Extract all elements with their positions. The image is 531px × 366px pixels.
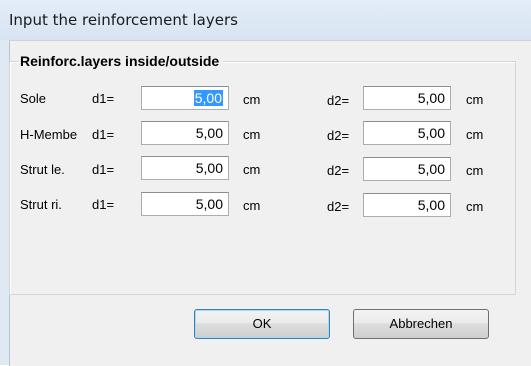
d2-unit: cm [466,127,484,142]
dialog-window: Input the reinforcement layers Reinforc.… [0,0,531,366]
row-label-sole: Sole [20,91,47,106]
h-member-d1-input[interactable]: 5,00 [141,121,229,145]
d1-unit: cm [243,198,261,213]
sole-d1-input[interactable]: 5,00 [141,86,229,110]
sole-d1-value: 5,00 [193,90,223,106]
row-label-strut-left: Strut le. [20,162,65,177]
sole-d2-input[interactable]: 5,00 [363,86,451,110]
strut-left-d2-input[interactable]: 5,00 [363,157,451,181]
d1-label: d1= [92,91,115,106]
row-label-h-member: H-Membe [20,127,78,142]
d1-unit: cm [243,162,261,177]
d2-label: d2= [327,128,350,143]
title-bar: Input the reinforcement layers [0,0,531,40]
d1-label: d1= [92,127,115,142]
d1-label: d1= [92,197,115,212]
group-title: Reinforc.layers inside/outside [18,53,224,69]
d2-label: d2= [327,199,350,214]
cancel-button[interactable]: Abbrechen [353,309,489,339]
strut-right-d1-input[interactable]: 5,00 [141,192,229,216]
d2-label: d2= [327,93,350,108]
row-label-strut-right: Strut ri. [20,197,62,212]
strut-left-d1-input[interactable]: 5,00 [141,156,229,180]
ok-button[interactable]: OK [194,309,330,339]
h-member-d2-input[interactable]: 5,00 [363,121,451,145]
d2-unit: cm [466,199,484,214]
window-title: Input the reinforcement layers [9,11,238,29]
d2-label: d2= [327,163,350,178]
d1-label: d1= [92,162,115,177]
strut-right-d2-input[interactable]: 5,00 [363,193,451,217]
d1-unit: cm [243,92,261,107]
d2-unit: cm [466,92,484,107]
d1-unit: cm [243,127,261,142]
d2-unit: cm [466,163,484,178]
